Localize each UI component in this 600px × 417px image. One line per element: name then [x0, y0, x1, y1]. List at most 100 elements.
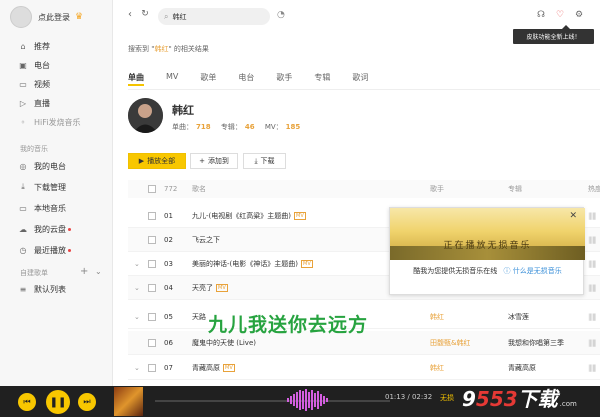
what-is-lossless-link[interactable]: 什么是无损音乐: [513, 267, 562, 275]
close-icon[interactable]: ✕: [569, 211, 577, 221]
collapse-icon[interactable]: ⌄: [95, 267, 102, 276]
plus-icon: +: [199, 157, 205, 165]
song-recognition-icon[interactable]: ◔: [277, 10, 285, 20]
header-artist[interactable]: 歌手: [430, 180, 444, 198]
mv-badge[interactable]: MV: [294, 211, 306, 220]
row-checkbox[interactable]: [148, 283, 156, 292]
hot-bars: ||||||: [588, 338, 597, 347]
song-title[interactable]: 魔鬼中的天使 (Live): [192, 338, 256, 348]
pause-icon[interactable]: ❚❚: [46, 390, 70, 414]
sidebar-item-cloud[interactable]: ☁ 我的云盘: [0, 220, 113, 238]
refresh-icon[interactable]: ↻: [140, 9, 150, 19]
skin-icon[interactable]: ♡: [556, 10, 564, 20]
song-album[interactable]: 我想和你唱第三季: [508, 331, 564, 354]
song-title[interactable]: 美丽的神话-(电影《神话》主题曲): [192, 259, 298, 269]
header-album[interactable]: 专辑: [508, 180, 522, 198]
list-icon: ≡: [19, 284, 27, 294]
headphone-icon[interactable]: ☊: [537, 10, 545, 20]
song-title[interactable]: 九儿-(电视剧《红高粱》主题曲): [192, 211, 291, 221]
song-album[interactable]: 冰雪莲: [508, 305, 529, 328]
login-link[interactable]: 点此登录: [38, 12, 70, 23]
download-button[interactable]: ⤓ 下载: [243, 153, 286, 169]
local-music-icon: ▭: [19, 203, 27, 213]
album-cover[interactable]: [114, 387, 143, 416]
add-playlist-icon[interactable]: +: [80, 266, 88, 277]
row-checkbox[interactable]: [148, 338, 156, 347]
hifi-icon: ◦: [20, 117, 26, 127]
song-count: 772: [164, 185, 178, 193]
tab-lyrics[interactable]: 歌词: [352, 72, 368, 86]
sidebar-item-recommend[interactable]: ⌂ 推荐: [0, 37, 113, 55]
track-number: 07: [164, 363, 173, 372]
progress-bar[interactable]: [155, 400, 390, 402]
live-icon: ▷: [19, 98, 27, 108]
song-title[interactable]: 天路: [192, 312, 206, 322]
row-checkbox[interactable]: [148, 235, 156, 244]
table-header: 772 歌名 歌手 专辑 热度: [128, 180, 600, 198]
next-icon[interactable]: ⏭: [78, 393, 96, 411]
tab-songs[interactable]: 单曲: [128, 72, 144, 86]
track-number: 01: [164, 211, 173, 220]
play-icon: ▶: [138, 157, 145, 165]
vip-crown-icon[interactable]: ♛: [75, 12, 83, 22]
tab-radio[interactable]: 电台: [238, 72, 254, 86]
row-checkbox[interactable]: [148, 211, 156, 220]
popup-title: 正在播放无损音乐: [443, 241, 532, 251]
select-all-checkbox[interactable]: [148, 185, 156, 193]
tab-artists[interactable]: 歌手: [276, 72, 292, 86]
previous-icon[interactable]: ⏮: [18, 393, 36, 411]
track-number: 04: [164, 283, 173, 292]
search-box[interactable]: ⌕: [158, 8, 270, 25]
song-title[interactable]: 飞云之下: [192, 235, 220, 245]
header-hot[interactable]: 热度: [588, 180, 600, 198]
sidebar-item-radio[interactable]: ▣ 电台: [0, 56, 113, 74]
song-album[interactable]: 青藏高原: [508, 356, 536, 379]
track-number: 06: [164, 338, 173, 347]
header-name[interactable]: 歌名: [192, 180, 206, 198]
mv-badge[interactable]: MV: [216, 283, 228, 292]
song-artist[interactable]: 田馥甄&韩红: [430, 331, 470, 354]
sidebar-item-my-radio[interactable]: ◎ 我的电台: [0, 157, 113, 175]
row-checkbox[interactable]: [148, 363, 156, 372]
song-title[interactable]: 青藏高原: [192, 363, 220, 373]
sidebar-item-video[interactable]: ▭ 视频: [0, 75, 113, 93]
expand-chevron-icon[interactable]: ⌄: [134, 276, 140, 299]
sidebar-item-live[interactable]: ▷ 直播: [0, 94, 113, 112]
quality-badge[interactable]: 无损: [440, 393, 454, 403]
search-input[interactable]: [172, 12, 263, 21]
avatar[interactable]: [10, 6, 32, 28]
expand-chevron-icon[interactable]: ⌄: [134, 356, 140, 379]
sidebar-item-recent[interactable]: ◷ 最近播放: [0, 241, 113, 259]
video-icon: ▭: [19, 79, 27, 89]
hot-bars: ||||||: [588, 312, 597, 321]
back-icon[interactable]: ‹: [125, 9, 135, 20]
artist-photo[interactable]: [128, 98, 163, 133]
song-title[interactable]: 天亮了: [192, 283, 213, 293]
sidebar-item-download[interactable]: ⤓ 下载管理: [0, 178, 113, 196]
add-to-button[interactable]: + 添加到: [190, 153, 238, 169]
hot-bars: ||||||: [588, 259, 597, 268]
song-artist[interactable]: 韩红: [430, 305, 444, 328]
expand-chevron-icon[interactable]: ⌄: [134, 252, 140, 275]
mv-badge[interactable]: MV: [301, 259, 313, 268]
my-radio-icon: ◎: [19, 161, 27, 171]
expand-chevron-icon[interactable]: ⌄: [134, 305, 140, 328]
mv-badge[interactable]: MV: [223, 363, 235, 372]
settings-icon[interactable]: ⚙: [575, 10, 583, 20]
user-login[interactable]: 点此登录 ♛: [10, 5, 110, 29]
tab-albums[interactable]: 专辑: [314, 72, 330, 86]
song-artist[interactable]: 韩红: [430, 356, 444, 379]
tab-divider: [128, 89, 600, 90]
tab-mv[interactable]: MV: [166, 72, 178, 86]
row-checkbox[interactable]: [148, 312, 156, 321]
sidebar-item-default-list[interactable]: ≡ 默认列表: [0, 280, 113, 298]
play-all-button[interactable]: ▶ 播放全部: [128, 153, 186, 169]
table-row[interactable]: ⌄ 07 青藏高原 MV 韩红 青藏高原 ||||||: [128, 356, 600, 380]
cloud-icon: ☁: [19, 224, 27, 234]
sidebar-item-local-music[interactable]: ▭ 本地音乐: [0, 199, 113, 217]
result-tabs: 单曲 MV 歌单 电台 歌手 专辑 歌词: [128, 72, 390, 86]
tab-playlists[interactable]: 歌单: [200, 72, 216, 86]
row-checkbox[interactable]: [148, 259, 156, 268]
artist-name[interactable]: 韩红: [172, 102, 194, 118]
sidebar-item-hifi[interactable]: ◦ HiFi发烧音乐: [0, 113, 113, 131]
